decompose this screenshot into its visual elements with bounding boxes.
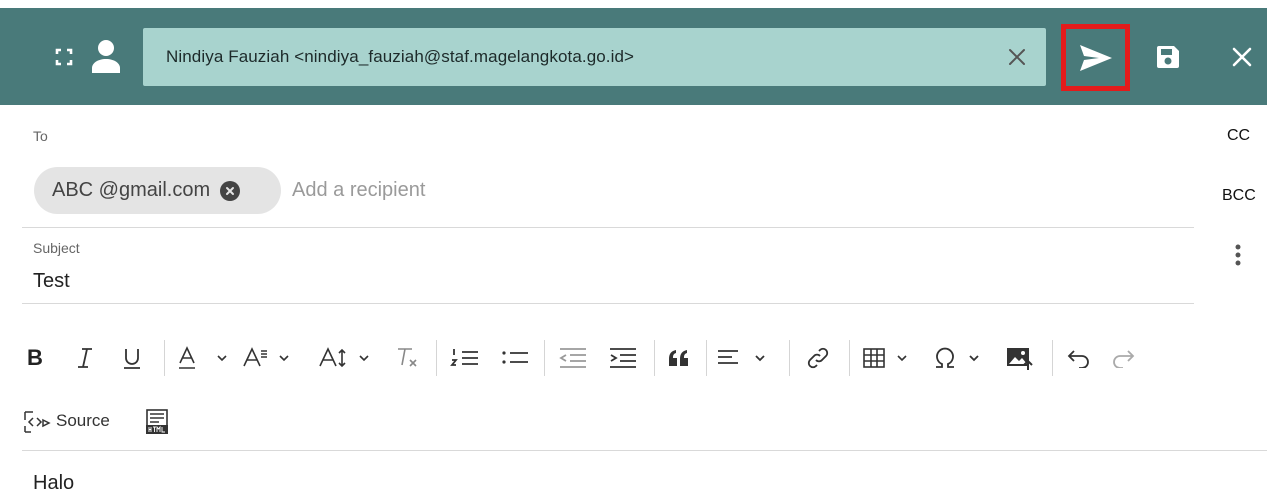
toolbar-separator	[436, 340, 437, 376]
font-color-icon	[179, 346, 227, 369]
toolbar-separator	[544, 340, 545, 376]
table-button[interactable]	[858, 342, 920, 374]
send-button[interactable]	[1061, 24, 1130, 91]
special-characters-button[interactable]	[930, 342, 992, 374]
blockquote-icon	[669, 350, 688, 366]
subject-input[interactable]: Test	[33, 270, 70, 293]
from-value: Nindiya Fauziah <nindiya_fauziah@staf.ma…	[166, 47, 635, 66]
bulleted-list-icon	[502, 351, 528, 364]
indent-icon	[610, 348, 636, 368]
outdent-button[interactable]	[555, 342, 591, 374]
toolbar-separator	[654, 340, 655, 376]
italic-button[interactable]	[72, 342, 98, 374]
align-button[interactable]	[714, 342, 776, 374]
font-size-icon	[319, 347, 369, 368]
redo-button[interactable]	[1106, 342, 1140, 374]
font-family-button[interactable]	[240, 342, 300, 374]
underline-icon	[124, 349, 140, 369]
link-button[interactable]	[800, 342, 836, 374]
undo-button[interactable]	[1062, 342, 1096, 374]
indent-button[interactable]	[605, 342, 641, 374]
bulleted-list-button[interactable]	[497, 342, 533, 374]
close-button[interactable]	[1224, 39, 1260, 75]
compose-header: Nindiya Fauziah <nindiya_fauziah@staf.ma…	[0, 8, 1267, 105]
source-label[interactable]: Source	[56, 411, 110, 431]
toolbar-divider	[22, 450, 1267, 451]
toolbar-separator	[849, 340, 850, 376]
email-compose-window: Nindiya Fauziah <nindiya_fauziah@staf.ma…	[0, 0, 1267, 497]
subject-label: Subject	[33, 240, 80, 256]
source-button[interactable]	[22, 408, 52, 436]
clear-formatting-button[interactable]	[392, 342, 422, 374]
close-icon	[1232, 47, 1252, 67]
undo-icon	[1067, 350, 1089, 368]
from-field[interactable]: Nindiya Fauziah <nindiya_fauziah@staf.ma…	[143, 28, 1046, 86]
bold-button[interactable]: B	[22, 342, 48, 374]
font-color-button[interactable]	[174, 342, 234, 374]
blockquote-button[interactable]	[664, 342, 694, 374]
italic-icon	[78, 348, 92, 368]
numbered-list-button[interactable]	[447, 342, 483, 374]
table-icon	[863, 348, 907, 368]
subject-divider	[22, 303, 1194, 304]
clear-formatting-icon	[398, 348, 417, 367]
omega-icon	[936, 347, 979, 368]
insert-image-button[interactable]	[1000, 341, 1040, 375]
bcc-button[interactable]: BCC	[1222, 187, 1256, 205]
toolbar-separator	[789, 340, 790, 376]
toolbar-separator	[1052, 340, 1053, 376]
person-icon[interactable]	[88, 36, 124, 76]
save-icon	[1157, 46, 1179, 68]
numbered-list-icon	[450, 349, 478, 366]
font-family-icon	[243, 347, 289, 367]
underline-button[interactable]	[118, 342, 146, 374]
link-icon	[807, 347, 829, 369]
more-vertical-icon	[1235, 244, 1241, 266]
toolbar-separator	[164, 340, 165, 376]
font-size-button[interactable]	[316, 342, 380, 374]
more-options-button[interactable]	[1226, 240, 1250, 270]
remove-recipient-icon[interactable]	[220, 180, 241, 201]
html-button[interactable]	[142, 408, 172, 436]
clear-icon[interactable]	[1004, 44, 1030, 70]
to-label: To	[33, 128, 48, 144]
insert-image-icon	[1007, 348, 1033, 370]
message-body[interactable]: Halo	[33, 472, 74, 495]
source-icon	[24, 411, 51, 433]
save-button[interactable]	[1150, 39, 1186, 75]
html-icon	[146, 409, 168, 434]
cc-button[interactable]: CC	[1227, 127, 1250, 145]
toolbar-separator	[706, 340, 707, 376]
align-left-icon	[718, 350, 765, 364]
redo-icon	[1113, 350, 1135, 368]
recipient-chip-label: ABC @gmail.com	[52, 179, 211, 201]
expand-icon[interactable]	[50, 43, 78, 71]
recipient-chip[interactable]: ABC @gmail.com	[34, 167, 281, 214]
to-divider	[22, 227, 1194, 228]
recipient-input[interactable]	[292, 174, 1172, 206]
outdent-icon	[559, 348, 586, 368]
send-icon	[1079, 44, 1112, 71]
